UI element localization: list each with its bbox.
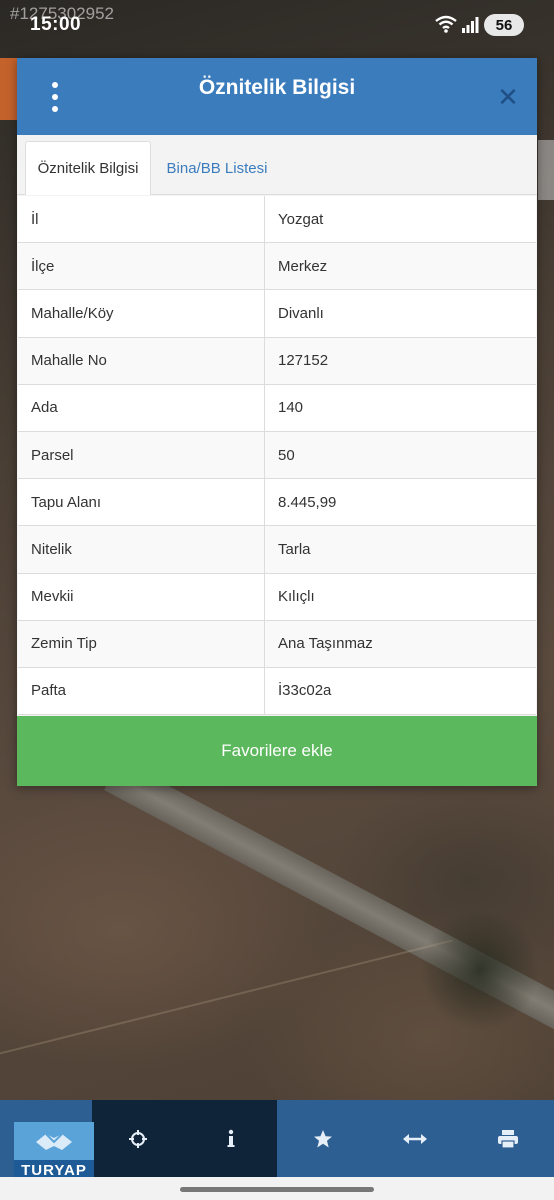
attribute-key: Mahalle/Köy (18, 290, 265, 337)
attribute-key: Nitelik (18, 526, 265, 573)
toolbar-favorites-button[interactable] (277, 1100, 369, 1177)
map-scroll-handle[interactable] (538, 140, 554, 200)
dialog-header: Öznitelik Bilgisi ✕ (17, 58, 537, 135)
attribute-value: Yozgat (278, 210, 324, 228)
status-time: 15:00 (30, 14, 82, 35)
attribute-value: 127152 (278, 352, 329, 370)
status-bar: #1275302952 15:00 56 (0, 0, 554, 44)
attribute-key: Mahalle No (18, 337, 265, 384)
toolbar-info-button[interactable] (184, 1100, 277, 1177)
attribute-key: Mevkii (18, 573, 265, 620)
attribute-key: Tapu Alanı (18, 479, 265, 526)
info-icon (227, 1129, 235, 1147)
table-row: Ada 140 (18, 384, 536, 432)
toolbar-measure-button[interactable] (369, 1100, 461, 1177)
star-icon (314, 1129, 333, 1147)
attribute-value: Ana Taşınmaz (278, 635, 373, 653)
signal-icon (462, 17, 479, 33)
attribute-key: İlçe (18, 243, 265, 290)
table-row: Mevkii Kılıçlı (18, 573, 536, 621)
table-row: Tapu Alanı 8.445,99 (18, 479, 536, 527)
battery-indicator: 56 (484, 14, 524, 36)
toolbar-print-button[interactable] (462, 1100, 554, 1177)
attribute-value: 8.445,99 (278, 493, 337, 511)
attribute-key: İl (18, 196, 265, 243)
kebab-dot-icon (52, 106, 58, 112)
attribute-value: İ33c02a (278, 682, 332, 700)
table-row: Nitelik Tarla (18, 526, 536, 574)
dialog-title: Öznitelik Bilgisi (198, 76, 356, 99)
table-row: İl Yozgat (18, 196, 536, 244)
close-icon: ✕ (497, 82, 519, 112)
wifi-icon (435, 15, 457, 33)
attribute-value: 50 (278, 446, 295, 464)
system-nav-bar (0, 1177, 554, 1200)
home-indicator[interactable] (180, 1187, 374, 1192)
dialog-tabs: Öznitelik Bilgisi Bina/BB Listesi (17, 135, 537, 195)
table-row: Mahalle No 127152 (18, 337, 536, 385)
attribute-key: Parsel (18, 431, 265, 479)
print-icon (497, 1129, 518, 1149)
attribute-key: Zemin Tip (18, 620, 265, 667)
table-row: İlçe Merkez (18, 243, 536, 291)
measure-icon (403, 1133, 428, 1144)
attribute-value: Kılıçlı (278, 588, 315, 606)
tab-attribute-info[interactable]: Öznitelik Bilgisi (25, 141, 151, 195)
attribute-value: Tarla (278, 540, 311, 558)
crosshair-icon (129, 1129, 148, 1148)
attribute-table: İl Yozgat İlçe Merkez Mahalle/Köy Divanlı M… (18, 196, 536, 716)
table-row: Parsel 50 (18, 431, 536, 480)
turyap-logo: TURYAP (14, 1122, 94, 1184)
map-field-line (0, 939, 453, 1063)
attribute-value: 140 (278, 399, 304, 417)
attribute-info-dialog: Öznitelik Bilgisi ✕ Öznitelik Bilgisi Bi… (17, 58, 537, 786)
attribute-value: Merkez (278, 257, 328, 275)
handshake-icon (36, 1133, 72, 1150)
table-row: Mahalle/Köy Divanlı (18, 290, 536, 338)
attribute-key: Ada (18, 384, 265, 431)
table-row: Zemin Tip Ana Taşınmaz (18, 620, 536, 668)
table-row: Pafta İ33c02a (18, 667, 536, 716)
toolbar-locate-button[interactable] (92, 1100, 185, 1177)
logo-emblem (14, 1122, 94, 1160)
attribute-value: Divanlı (278, 304, 324, 322)
tab-building-list[interactable]: Bina/BB Listesi (157, 141, 277, 195)
battery-level: 56 (495, 16, 513, 34)
map-trees (420, 900, 540, 1040)
close-button[interactable]: ✕ (495, 84, 521, 110)
attribute-key: Pafta (18, 667, 265, 715)
add-to-favorites-button[interactable]: Favorilere ekle (17, 716, 537, 786)
